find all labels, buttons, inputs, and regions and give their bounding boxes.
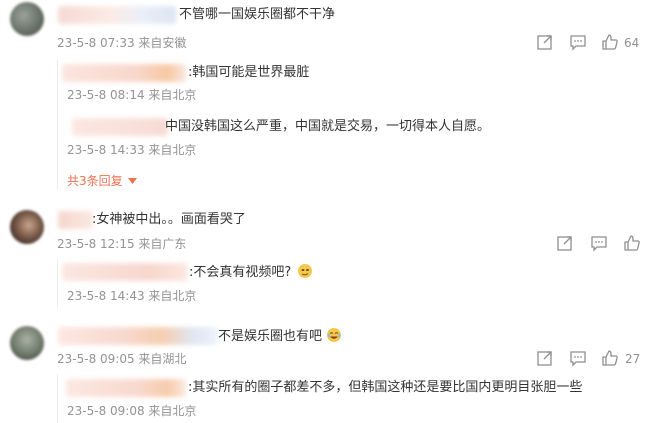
reply-list: :其实所有的圈子都差不多，但韩国这种还是要比国内更明目张胆一些 23-5-8 0… — [57, 374, 642, 423]
like-count: 64 — [624, 36, 640, 50]
like-count: 27 — [625, 352, 641, 366]
reply-text: 中国没韩国这么严重，中国就是交易，一切得本人自愿。 — [165, 119, 491, 134]
reply-username-blurred[interactable] — [62, 64, 186, 82]
reply-list: :韩国可能是世界最脏 23-5-8 08:14 来自北京 中国没韩国这么严重，中… — [57, 60, 642, 190]
share-icon[interactable] — [556, 234, 574, 252]
avatar[interactable] — [10, 210, 44, 244]
comment-text: :女神被中出。。画面看哭了 — [92, 212, 246, 227]
username-blurred[interactable] — [58, 327, 218, 345]
avatar[interactable] — [10, 2, 44, 36]
reply-list: :不会真有视频吧? 23-5-8 14:43 来自北京 — [57, 258, 642, 308]
like-icon[interactable] — [601, 33, 619, 51]
share-icon[interactable] — [536, 349, 554, 367]
comment-text: 不管哪一国娱乐圈都不干净 — [179, 7, 336, 22]
share-icon[interactable] — [536, 33, 554, 51]
reply-username-blurred[interactable] — [66, 379, 186, 397]
reply-meta: 23-5-8 09:08 来自北京 — [67, 404, 197, 418]
comment-icon[interactable] — [569, 349, 587, 367]
like-icon[interactable] — [601, 349, 619, 367]
comment-meta: 23-5-8 07:33 来自安徽 — [57, 36, 187, 50]
username-blurred[interactable] — [58, 211, 93, 229]
reply-username-blurred[interactable] — [62, 263, 188, 281]
comment-text: 不是娱乐圈也有吧 — [218, 327, 342, 346]
more-replies-label: 共3条回复 — [67, 174, 123, 188]
comment-meta: 23-5-8 09:05 来自湖北 — [57, 352, 187, 366]
caret-down-icon — [128, 178, 138, 184]
reply-username-blurred[interactable] — [72, 118, 168, 136]
like-icon[interactable] — [623, 234, 641, 252]
reply-meta: 23-5-8 14:43 来自北京 — [67, 289, 197, 303]
comment-icon[interactable] — [590, 234, 608, 252]
reply-text: :韩国可能是世界最脏 — [188, 65, 310, 80]
reply-meta: 23-5-8 08:14 来自北京 — [67, 88, 197, 102]
reply-text: :其实所有的圈子都差不多，但韩国这种还是要比国内更明目张胆一些 — [188, 380, 583, 395]
comment-icon[interactable] — [569, 33, 587, 51]
comment-meta: 23-5-8 12:15 来自广东 — [57, 237, 187, 251]
doge-emoji-icon — [298, 264, 313, 278]
laugh-cry-emoji-icon — [327, 328, 342, 342]
more-replies-link[interactable]: 共3条回复 — [67, 173, 138, 189]
reply-meta: 23-5-8 14:33 来自北京 — [67, 143, 197, 157]
avatar[interactable] — [10, 326, 44, 360]
reply-text-content: :不会真有视频吧? — [189, 265, 292, 280]
reply-text: :不会真有视频吧? — [189, 263, 313, 282]
username-blurred[interactable] — [58, 6, 176, 24]
comment-text-content: 不是娱乐圈也有吧 — [218, 329, 323, 344]
